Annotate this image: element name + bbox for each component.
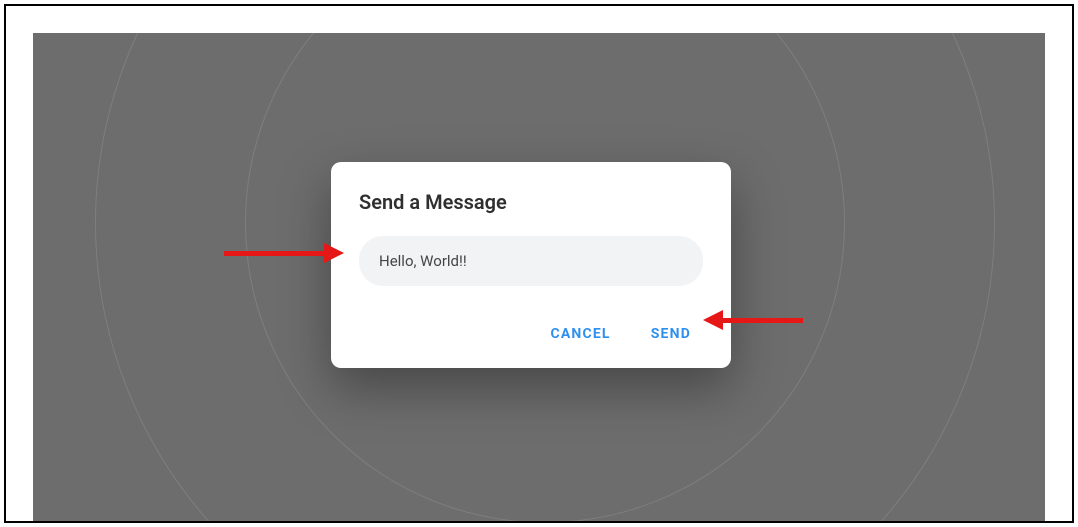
send-button[interactable]: SEND	[647, 318, 695, 350]
message-input[interactable]	[359, 236, 703, 286]
send-message-dialog: Send a Message CANCEL SEND	[331, 162, 731, 368]
dialog-title: Send a Message	[359, 190, 703, 214]
dialog-actions: CANCEL SEND	[359, 318, 703, 350]
cancel-button[interactable]: CANCEL	[546, 318, 614, 350]
screenshot-frame: Send a Message CANCEL SEND	[4, 4, 1074, 523]
